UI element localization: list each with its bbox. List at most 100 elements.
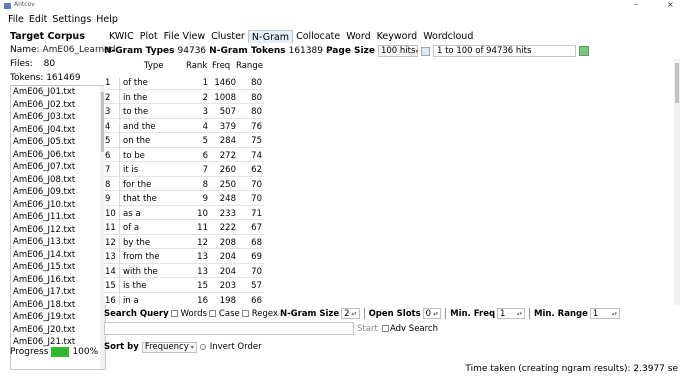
file-list-item[interactable]: AmE06_J14.txt bbox=[11, 249, 105, 262]
corpus-title: Target Corpus bbox=[10, 31, 85, 42]
col-rank[interactable]: Rank bbox=[186, 61, 207, 71]
case-label: Case bbox=[218, 308, 240, 319]
page-size-value: 100 hits bbox=[380, 46, 416, 56]
col-freq[interactable]: Freq bbox=[212, 61, 230, 71]
minimize-button[interactable]: – bbox=[634, 0, 638, 9]
menu-settings[interactable]: Settings bbox=[52, 14, 91, 27]
tab-cluster[interactable]: Cluster bbox=[208, 30, 248, 43]
min-range-spinner[interactable]: 1 ▴▾ bbox=[589, 308, 620, 319]
table-row[interactable]: 7 it is 7 260 62 bbox=[104, 162, 264, 179]
menu-edit[interactable]: Edit bbox=[29, 14, 47, 27]
tab-collocate[interactable]: Collocate bbox=[293, 30, 343, 43]
freq-cell: 260 bbox=[219, 165, 236, 175]
title-bar: Antcov – × bbox=[0, 0, 682, 13]
table-row[interactable]: 9 that the 9 248 70 bbox=[104, 191, 264, 208]
table-row[interactable]: 8 for the 8 250 70 bbox=[104, 177, 264, 194]
table-row[interactable]: 2 in the 2 1008 80 bbox=[104, 90, 264, 107]
file-list-item[interactable]: AmE06_J20.txt bbox=[11, 324, 105, 337]
adv-search[interactable]: Adv Search bbox=[382, 322, 438, 335]
ngram-summary: N-Gram Types 94736 N-Gram Tokens 161389 … bbox=[104, 44, 589, 58]
table-scrollbar[interactable] bbox=[674, 59, 680, 305]
table-row[interactable]: 15 is the 15 203 57 bbox=[104, 278, 264, 295]
corpus-tokens: Tokens: 161469 bbox=[10, 73, 81, 83]
start-button[interactable]: Start bbox=[357, 322, 378, 335]
file-list-item[interactable]: AmE06_J06.txt bbox=[11, 149, 105, 162]
tab-wordcloud[interactable]: Wordcloud bbox=[420, 30, 476, 43]
regex-checkbox[interactable] bbox=[241, 310, 249, 317]
range-cell: 68 bbox=[251, 237, 262, 248]
ngram-size-spinner[interactable]: 2 ▴▾ bbox=[341, 308, 360, 319]
file-list[interactable]: AmE06_J01.txt AmE06_J02.txt AmE06_J03.txt A… bbox=[10, 85, 106, 370]
file-list-item[interactable]: AmE06_J04.txt bbox=[11, 124, 105, 137]
tab-file-view[interactable]: File View bbox=[161, 30, 208, 43]
table-row[interactable]: 10 as a 10 233 71 bbox=[104, 206, 264, 223]
rank-cell: 7 bbox=[202, 165, 208, 175]
table-row[interactable]: 4 and the 4 379 76 bbox=[104, 119, 264, 136]
file-list-item[interactable]: AmE06_J05.txt bbox=[11, 136, 105, 149]
tab-kwic[interactable]: KWIC bbox=[106, 30, 137, 43]
search-options: Search Query Words Case Regex N-Gram Siz… bbox=[104, 307, 620, 320]
range-cell: 74 bbox=[251, 150, 262, 161]
rank-cell: 3 bbox=[202, 107, 208, 117]
invert-order-toggle[interactable] bbox=[199, 344, 206, 350]
ngram-types-label: N-Gram Types bbox=[104, 46, 175, 56]
words-checkbox[interactable] bbox=[170, 310, 178, 317]
page-prev-button[interactable] bbox=[420, 46, 430, 56]
invert-order-label: Invert Order bbox=[209, 342, 262, 352]
tab-keyword[interactable]: Keyword bbox=[374, 30, 421, 43]
table-row[interactable]: 3 to the 3 507 80 bbox=[104, 104, 264, 121]
table-row[interactable]: 1 of the 1 1460 80 bbox=[104, 75, 264, 92]
range-cell: 80 bbox=[251, 92, 262, 103]
file-list-item[interactable]: AmE06_J08.txt bbox=[11, 174, 105, 187]
page-go-button[interactable] bbox=[578, 46, 589, 56]
tab-n-gram[interactable]: N-Gram bbox=[247, 30, 294, 43]
range-cell: 57 bbox=[251, 281, 262, 291]
file-list-item[interactable]: AmE06_J07.txt bbox=[11, 161, 105, 174]
table-row[interactable]: 13 from the 13 204 69 bbox=[104, 249, 264, 266]
file-list-item[interactable]: AmE06_J01.txt bbox=[11, 86, 105, 99]
row-number: 6 bbox=[105, 150, 111, 161]
tab-word[interactable]: Word bbox=[343, 30, 373, 43]
file-list-item[interactable]: AmE06_J13.txt bbox=[11, 236, 105, 249]
adv-search-checkbox[interactable] bbox=[382, 325, 389, 332]
rank-cell: 12 bbox=[197, 237, 208, 248]
range-cell: 80 bbox=[251, 78, 262, 88]
table-row[interactable]: 6 to be 6 272 74 bbox=[104, 148, 264, 165]
range-cell: 70 bbox=[251, 266, 262, 277]
file-list-item[interactable]: AmE06_J15.txt bbox=[11, 261, 105, 274]
sort-by-select[interactable]: Frequency ▾ bbox=[141, 341, 197, 353]
col-range[interactable]: Range bbox=[236, 61, 263, 71]
file-list-item[interactable]: AmE06_J10.txt bbox=[11, 199, 105, 212]
open-slots-spinner[interactable]: 0 ▴▾ bbox=[422, 308, 442, 319]
file-list-item[interactable]: AmE06_J18.txt bbox=[11, 299, 105, 312]
table-row[interactable]: 16 in a 16 198 66 bbox=[104, 293, 264, 305]
min-freq-spinner[interactable]: 1 ▴▾ bbox=[497, 308, 526, 319]
col-type[interactable]: Type bbox=[144, 61, 164, 71]
row-number: 13 bbox=[105, 252, 116, 262]
case-checkbox[interactable] bbox=[208, 310, 216, 317]
table-row[interactable]: 14 with the 13 204 70 bbox=[104, 264, 264, 281]
range-cell: 71 bbox=[251, 208, 262, 219]
file-list-item[interactable]: AmE06_J19.txt bbox=[11, 311, 105, 324]
page-size-select[interactable]: 100 hits ▾ bbox=[377, 45, 418, 57]
close-button[interactable]: × bbox=[667, 0, 674, 9]
menu-file[interactable]: File bbox=[8, 14, 24, 27]
tab-plot[interactable]: Plot bbox=[137, 30, 161, 43]
table-row[interactable]: 11 of a 11 222 67 bbox=[104, 220, 264, 237]
row-number: 15 bbox=[105, 281, 116, 291]
table-row[interactable]: 5 on the 5 284 75 bbox=[104, 133, 264, 150]
file-list-item[interactable]: AmE06_J11.txt bbox=[11, 211, 105, 224]
file-list-item[interactable]: AmE06_J03.txt bbox=[11, 111, 105, 124]
file-list-item[interactable]: AmE06_J17.txt bbox=[11, 286, 105, 299]
file-list-item[interactable]: AmE06_J09.txt bbox=[11, 186, 105, 199]
search-query-input[interactable] bbox=[104, 322, 354, 335]
scrollbar-thumb[interactable] bbox=[675, 63, 679, 103]
menu-help[interactable]: Help bbox=[96, 14, 118, 27]
file-list-item[interactable]: AmE06_J16.txt bbox=[11, 274, 105, 287]
hits-range-field[interactable]: 1 to 100 of 94736 hits bbox=[432, 45, 576, 57]
file-list-item[interactable]: AmE06_J02.txt bbox=[11, 99, 105, 112]
spinner-arrows-icon: ▴▾ bbox=[433, 310, 439, 317]
table-row[interactable]: 12 by the 12 208 68 bbox=[104, 235, 264, 252]
range-cell: 75 bbox=[251, 136, 262, 146]
file-list-item[interactable]: AmE06_J12.txt bbox=[11, 224, 105, 237]
